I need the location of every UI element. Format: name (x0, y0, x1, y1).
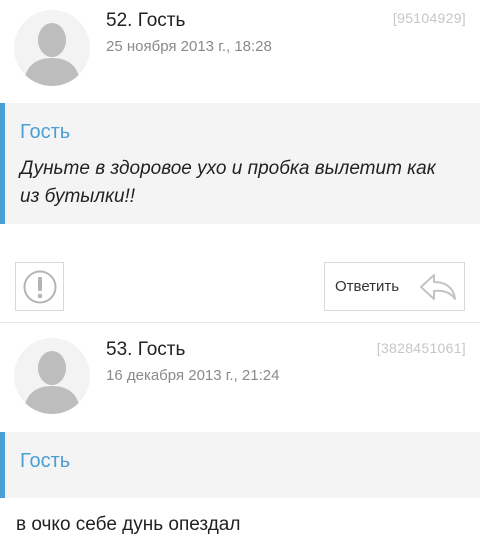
avatar-silhouette-icon (24, 23, 80, 86)
report-button[interactable] (15, 262, 64, 311)
quote-accent-bar (0, 103, 5, 224)
quote-accent-bar (0, 432, 5, 498)
comment-id: [95104929] (392, 10, 466, 26)
comment-body-text: в очко себе дунь опездал (16, 514, 241, 535)
avatar-silhouette-icon (24, 351, 80, 414)
avatar (14, 338, 90, 414)
comment-actions: Ответить (0, 246, 480, 323)
avatar (14, 10, 90, 86)
quote-block: Гость (0, 432, 480, 498)
comment-date: 16 декабря 2013 г., 21:24 (106, 367, 280, 384)
reply-button-label: Ответить (335, 278, 400, 295)
quote-text: Дуньте в здоровое ухо и пробка вылетит к… (20, 158, 436, 207)
quote-block: Гость Дуньте в здоровое ухо и пробка выл… (0, 103, 480, 224)
comment-id: [3828451061] (376, 340, 466, 356)
reply-arrow-icon (420, 274, 456, 300)
comment-author: 53. Гость (106, 339, 186, 360)
quote-author: Гость (20, 450, 71, 472)
comment-date: 25 ноября 2013 г., 18:28 (106, 38, 272, 55)
reply-button[interactable]: Ответить (324, 262, 465, 311)
quote-author: Гость (20, 121, 71, 143)
comment-author: 52. Гость (106, 10, 186, 31)
exclamation-circle-icon (23, 270, 57, 304)
